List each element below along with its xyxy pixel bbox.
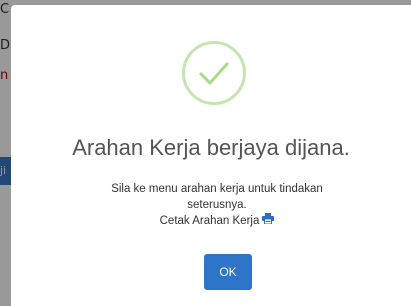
printer-icon[interactable] <box>262 213 275 229</box>
ok-button[interactable]: OK <box>204 254 252 290</box>
check-circle-icon <box>182 41 246 105</box>
message-line-1: Sila ke menu arahan kerja untuk tindakan <box>111 183 323 195</box>
print-row: Cetak Arahan Kerja <box>61 213 373 229</box>
print-label: Cetak Arahan Kerja <box>159 215 260 228</box>
message-line-2: seterusnya. <box>187 199 247 211</box>
dialog-message: Sila ke menu arahan kerja untuk tindakan… <box>61 181 373 229</box>
success-dialog: Arahan Kerja berjaya dijana. Sila ke men… <box>11 5 411 306</box>
dialog-title: Arahan Kerja berjaya dijana. <box>72 135 350 160</box>
